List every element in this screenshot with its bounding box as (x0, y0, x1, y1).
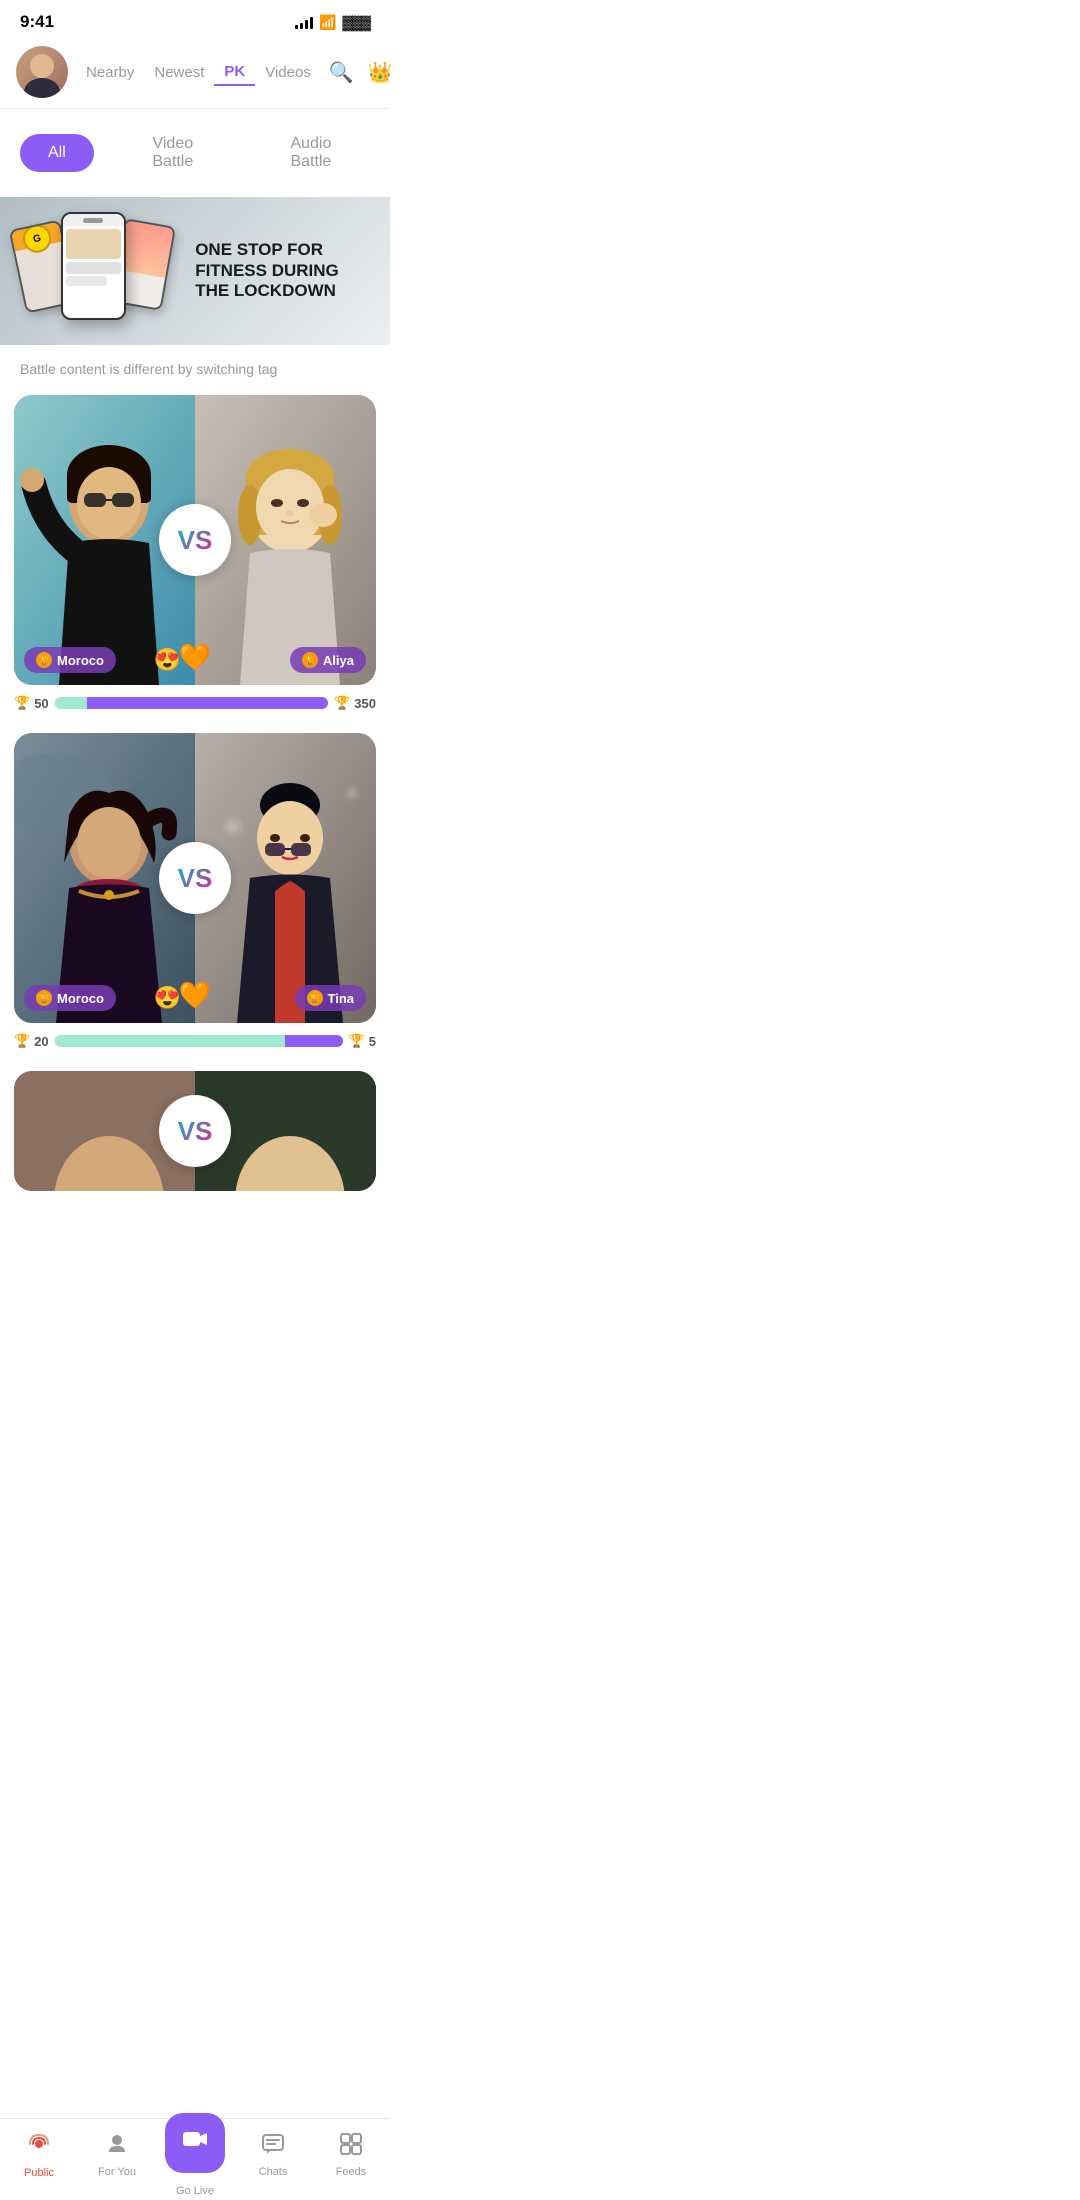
banner: G ONE STOP FOR FITNESS DURING THE (0, 197, 390, 345)
bar-fill-left-1 (55, 697, 88, 709)
nav-feeds-label: Feeds (336, 2166, 367, 2178)
score-right-2: 🏆 5 (349, 1033, 376, 1049)
battle-vs-area-3: VS (14, 1071, 376, 1191)
right-name-badge-2: 🏆 Tina (295, 985, 367, 1011)
trophy-right-2: 🏆 (349, 1033, 365, 1049)
battle-vs-area-1: 🏆 Moroco 😍 (14, 395, 376, 685)
banner-text: ONE STOP FOR FITNESS DURING THE LOCKDOWN (187, 240, 390, 301)
trophy-left-1: 🏆 (14, 695, 30, 711)
battery-icon: ▓▓▓ (342, 14, 370, 30)
status-bar: 9:41 📶 ▓▓▓ (0, 0, 390, 40)
status-time: 9:41 (20, 12, 54, 32)
nav-go-live[interactable]: Go Live (165, 2113, 225, 2197)
banner-title: ONE STOP FOR FITNESS DURING THE LOCKDOWN (195, 240, 374, 301)
nav-public[interactable]: Public (9, 2131, 69, 2179)
bottom-nav: Public For You Go Live (0, 2118, 390, 2200)
signal-icon (295, 15, 313, 29)
nav-chats-label: Chats (259, 2166, 288, 2178)
filter-video-battle-button[interactable]: Video Battle (114, 125, 232, 181)
go-live-button[interactable] (165, 2113, 225, 2173)
score-left-2: 🏆 20 (14, 1033, 49, 1049)
badge-dot-left-2: 🏆 (36, 990, 52, 1006)
go-live-icon (182, 2126, 208, 2159)
left-name-badge-1: 🏆 Moroco (24, 647, 116, 673)
tag-info: Battle content is different by switching… (0, 345, 390, 385)
bar-fill-left-2 (55, 1035, 285, 1047)
for-you-icon (105, 2132, 129, 2162)
right-name-badge-1: 🏆 Aliya (290, 647, 366, 673)
score-bar-1: 🏆 50 🏆 350 (14, 685, 376, 723)
trophy-left-2: 🏆 (14, 1033, 30, 1049)
search-icon[interactable]: 🔍 (329, 60, 354, 85)
score-left-1: 🏆 50 (14, 695, 49, 711)
filter-all-button[interactable]: All (20, 134, 94, 172)
crown-icon[interactable]: 👑 (368, 60, 393, 85)
user-avatar[interactable] (16, 46, 68, 98)
trophy-right-1: 🏆 (334, 695, 350, 711)
chats-icon (261, 2132, 285, 2162)
banner-phones-image: G (0, 197, 187, 345)
vs-circle-1: VS (159, 504, 231, 576)
battle-card-2[interactable]: 🏆 Moroco 😍 (14, 733, 376, 1023)
bar-track-1 (55, 697, 328, 709)
battle-card-3[interactable]: VS (14, 1071, 376, 1191)
header-icons: 🔍 👑 (329, 60, 393, 85)
bar-track-2 (55, 1035, 343, 1047)
nav-chats[interactable]: Chats (243, 2132, 303, 2178)
score-bar-2: 🏆 20 🏆 5 (14, 1023, 376, 1061)
battle-vs-area-2: 🏆 Moroco 😍 (14, 733, 376, 1023)
wifi-icon: 📶 (319, 14, 336, 31)
battle-card-1[interactable]: 🏆 Moroco 😍 (14, 395, 376, 685)
tab-newest[interactable]: Newest (144, 60, 214, 85)
badge-dot-right-2: 🏆 (307, 990, 323, 1006)
score-right-1: 🏆 350 (334, 695, 376, 711)
tab-pk[interactable]: PK (214, 59, 255, 86)
left-name-badge-2: 🏆 Moroco (24, 985, 116, 1011)
public-icon (26, 2131, 52, 2163)
vs-text-2: VS (178, 863, 213, 894)
badge-dot-right-1: 🏆 (302, 652, 318, 668)
status-icons: 📶 ▓▓▓ (295, 14, 370, 31)
nav-for-you-label: For You (98, 2166, 136, 2178)
nav-for-you[interactable]: For You (87, 2132, 147, 2178)
vs-text-3: VS (178, 1116, 213, 1147)
tab-videos[interactable]: Videos (255, 60, 321, 85)
feeds-icon (339, 2132, 363, 2162)
nav-feeds[interactable]: Feeds (321, 2132, 381, 2178)
nav-tabs: Nearby Newest PK Videos (76, 59, 321, 86)
center-emoji-2: 🧡 (179, 980, 211, 1011)
filter-audio-battle-button[interactable]: Audio Battle (252, 125, 370, 181)
nav-public-label: Public (24, 2167, 54, 2179)
badge-dot-left-1: 🏆 (36, 652, 52, 668)
header: Nearby Newest PK Videos 🔍 👑 (0, 40, 390, 109)
vs-circle-2: VS (159, 842, 231, 914)
left-emoji-1: 😍 (154, 647, 181, 673)
left-emoji-2: 😍 (154, 985, 181, 1011)
tab-nearby[interactable]: Nearby (76, 60, 144, 85)
vs-text-1: VS (178, 525, 213, 556)
filter-bar: All Video Battle Audio Battle (0, 109, 390, 197)
nav-go-live-label: Go Live (176, 2185, 214, 2197)
center-emoji-1: 🧡 (179, 642, 211, 673)
vs-circle-3: VS (159, 1095, 231, 1167)
